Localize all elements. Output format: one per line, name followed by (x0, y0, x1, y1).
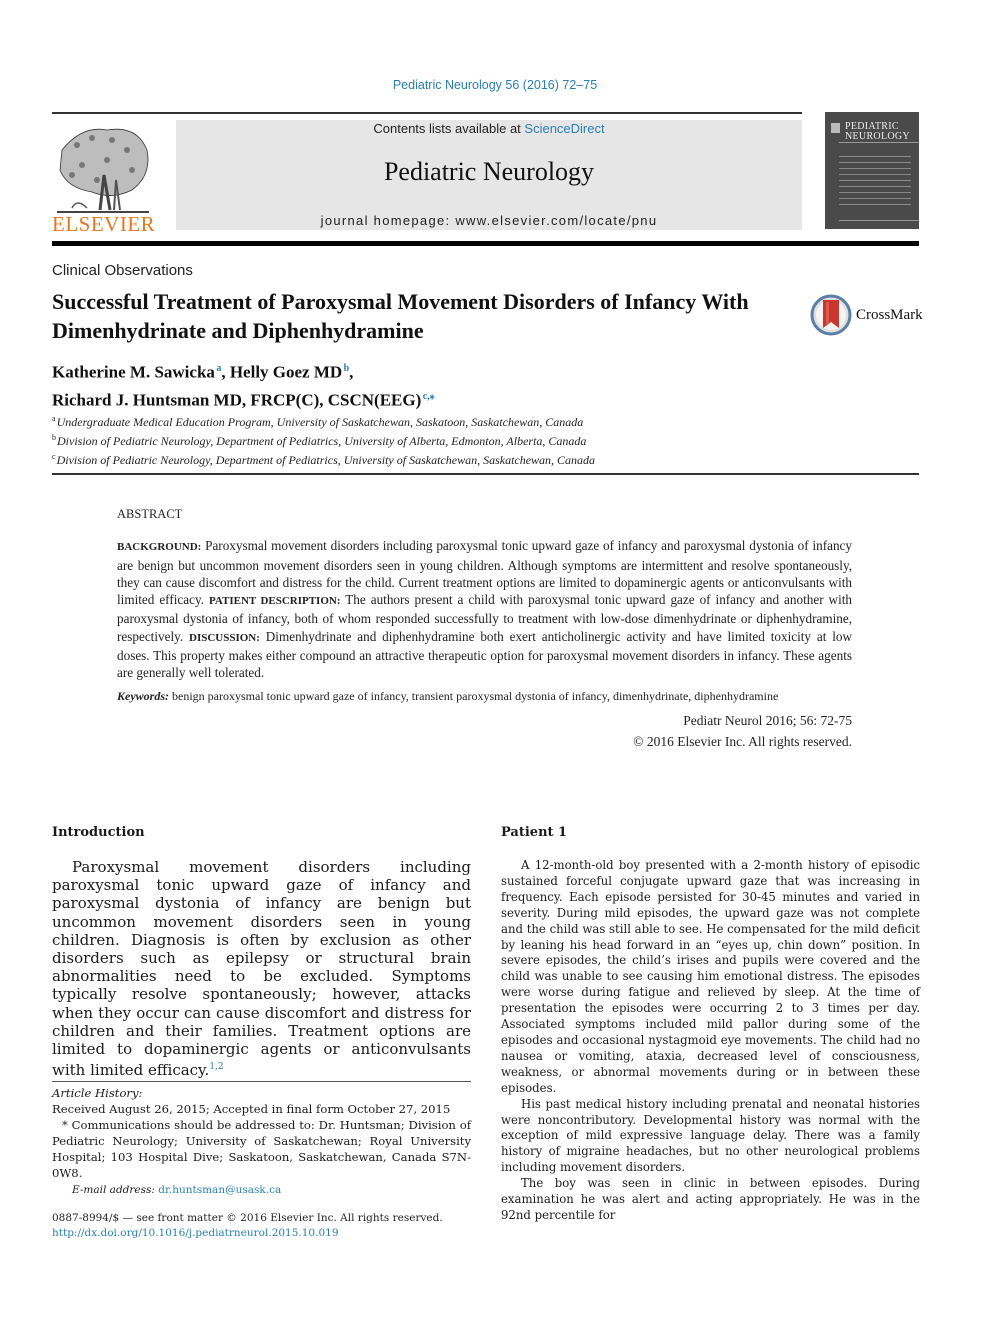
journal-cite-text: Pediatr Neurol 2016; 56: 72-75 (683, 712, 852, 728)
journal-cite: Pediatr Neurol 2016; 56: 72-75 © 2016 El… (117, 710, 852, 752)
affiliation-link[interactable]: c,⁎ (423, 391, 435, 402)
affiliation-text: Division of Pediatric Neurology, Departm… (56, 453, 596, 467)
background-label: BACKGROUND: (117, 541, 202, 554)
cover-logo-icon (831, 123, 840, 133)
cover-text-line (839, 186, 911, 187)
author-separator: , (221, 362, 230, 382)
issn-line: 0887-8994/$ — see front matter © 2016 El… (52, 1212, 443, 1224)
patient-description-label: PATIENT DESCRIPTION: (208, 595, 341, 608)
header-rule (52, 112, 802, 114)
affiliation-key: a (52, 414, 56, 423)
cover-text-line (839, 192, 911, 193)
affiliation-text: Division of Pediatric Neurology, Departm… (57, 434, 587, 448)
affiliation-key: b (52, 433, 56, 442)
author-line-1: Katherine M. Sawicka a, Helly Goez MD b, (52, 357, 435, 385)
patient-1-paragraph: The boy was seen in clinic in between ep… (501, 1176, 920, 1222)
crossmark-icon (810, 294, 852, 336)
journal-citation-link[interactable]: Pediatric Neurology 56 (2016) 72–75 (0, 78, 990, 92)
email-line: E-mail address: dr.huntsman@usask.ca (52, 1181, 471, 1198)
email-link[interactable]: dr.huntsman@usask.ca (158, 1184, 281, 1196)
cover-text-line (839, 174, 911, 175)
affiliation-key: c (52, 452, 56, 461)
patient-1-heading: Patient 1 (501, 825, 568, 840)
introduction-body: Paroxysmal movement disorders including … (52, 858, 471, 1079)
header-thick-rule (52, 241, 919, 246)
author-name: Richard J. Huntsman MD, FRCP(C), CSCN(EE… (52, 390, 422, 410)
author-list: Katherine M. Sawicka a, Helly Goez MD b,… (52, 357, 435, 412)
affiliation-item: a Undergraduate Medical Education Progra… (52, 411, 595, 430)
crossmark-button[interactable]: CrossMark (810, 294, 930, 338)
cover-title-line2: NEUROLOGY (845, 131, 910, 142)
cover-text-line (839, 198, 911, 199)
keywords-label: Keywords: (117, 688, 169, 703)
author-name: Helly Goez MD (229, 362, 343, 382)
affiliation-item: b Division of Pediatric Neurology, Depar… (52, 430, 595, 449)
footnote-rule (52, 1081, 471, 1082)
correspondence-note: * Communications should be addressed to:… (52, 1118, 471, 1180)
elsevier-wordmark: ELSEVIER (52, 212, 156, 236)
discussion-label: DISCUSSION: (189, 631, 260, 644)
article-history-label: Article History: (52, 1086, 143, 1100)
cover-title: PEDIATRIC NEUROLOGY (845, 122, 910, 142)
reference-link[interactable]: 1,2 (209, 1062, 223, 1072)
cover-text-line (839, 180, 911, 181)
keywords: Keywords: benign paroxysmal tonic upward… (117, 688, 852, 704)
affiliations: a Undergraduate Medical Education Progra… (52, 411, 595, 468)
journal-cover-thumbnail: PEDIATRIC NEUROLOGY (825, 112, 919, 229)
cover-divider (839, 142, 919, 143)
section-label: Clinical Observations (52, 262, 193, 279)
cover-text-line (839, 156, 911, 157)
sciencedirect-link[interactable]: ScienceDirect (524, 121, 604, 136)
cover-text-line (839, 162, 911, 163)
patient-1-paragraph: His past medical history including prena… (501, 1096, 920, 1175)
patient-1-paragraph: A 12-month-old boy presented with a 2-mo… (501, 858, 920, 1095)
footnote: Article History: Received August 26, 201… (52, 1085, 471, 1198)
journal-name: Pediatric Neurology (383, 157, 595, 186)
affiliation-item: c Division of Pediatric Neurology, Depar… (52, 449, 595, 468)
cover-text-line (839, 168, 911, 169)
author-line-2: Richard J. Huntsman MD, FRCP(C), CSCN(EE… (52, 385, 435, 413)
cover-divider (839, 220, 919, 221)
cover-text-line (839, 204, 911, 205)
title-block-rule (52, 473, 919, 475)
email-label: E-mail address: (72, 1184, 159, 1196)
contents-line: Contents lists available at ScienceDirec… (176, 121, 802, 136)
introduction-paragraph: Paroxysmal movement disorders including … (52, 858, 471, 1079)
introduction-text: Paroxysmal movement disorders including … (52, 858, 471, 1080)
crossmark-label: CrossMark (856, 307, 923, 323)
abstract: ABSTRACT BACKGROUND: Paroxysmal movement… (117, 506, 852, 752)
abstract-body: BACKGROUND: Paroxysmal movement disorder… (117, 537, 852, 681)
author-separator: , (349, 362, 354, 382)
patient-1-body: A 12-month-old boy presented with a 2-mo… (501, 858, 920, 1224)
introduction-heading: Introduction (52, 825, 145, 840)
abstract-heading: ABSTRACT (117, 507, 183, 521)
copyright-text: © 2016 Elsevier Inc. All rights reserved… (633, 733, 852, 749)
author-name: Katherine M. Sawicka (52, 362, 215, 382)
article-title: Successful Treatment of Paroxysmal Movem… (52, 289, 749, 343)
doi-link[interactable]: http://dx.doi.org/10.1016/j.pediatrneuro… (52, 1227, 339, 1239)
front-matter: 0887-8994/$ — see front matter © 2016 El… (52, 1211, 443, 1241)
article-history: Received August 26, 2015; Accepted in fi… (52, 1102, 451, 1116)
contents-prefix: Contents lists available at (373, 121, 525, 136)
keywords-text: benign paroxysmal tonic upward gaze of i… (169, 688, 779, 703)
affiliation-text: Undergraduate Medical Education Program,… (56, 415, 584, 429)
journal-homepage[interactable]: journal homepage: www.elsevier.com/locat… (176, 213, 802, 228)
